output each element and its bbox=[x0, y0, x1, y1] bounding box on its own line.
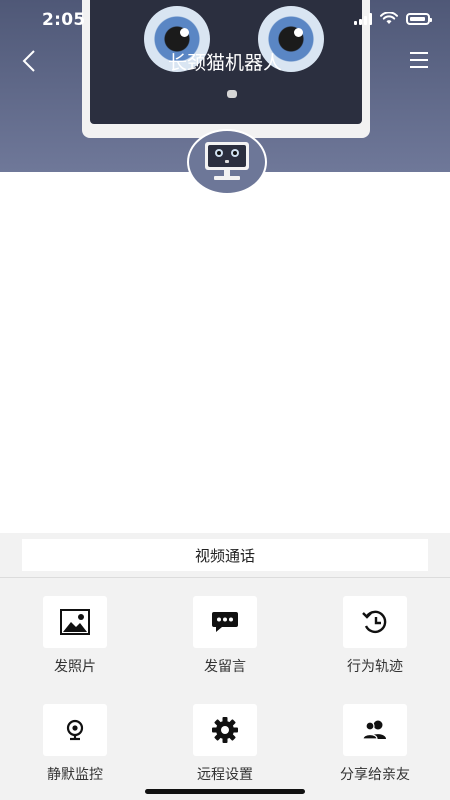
share-family-tile[interactable]: 分享给亲友 bbox=[325, 704, 425, 784]
remote-settings-tile[interactable]: 远程设置 bbox=[175, 704, 275, 784]
send-photo-label: 发照片 bbox=[54, 659, 96, 675]
share-family-button[interactable] bbox=[343, 704, 407, 756]
wifi-icon bbox=[380, 12, 398, 24]
robot-mouth bbox=[227, 90, 237, 98]
status-time: 2:05 bbox=[42, 10, 86, 30]
robot-avatar-icon bbox=[205, 142, 249, 180]
nav-bar: 长颈猫机器人 bbox=[0, 40, 450, 80]
send-photo-tile[interactable]: 发照片 bbox=[25, 596, 125, 676]
status-icons bbox=[354, 12, 432, 25]
share-users-icon bbox=[362, 720, 386, 740]
leave-message-button[interactable] bbox=[193, 596, 257, 648]
cellular-signal-icon bbox=[354, 12, 372, 25]
remote-settings-button[interactable] bbox=[193, 704, 257, 756]
send-photo-button[interactable] bbox=[43, 596, 107, 648]
webcam-icon bbox=[66, 719, 84, 741]
battery-icon bbox=[406, 12, 432, 25]
behavior-track-tile[interactable]: 行为轨迹 bbox=[325, 596, 425, 676]
status-bar: 2:05 bbox=[0, 0, 450, 40]
message-icon bbox=[212, 612, 238, 632]
video-call-button[interactable]: 视频通话 bbox=[22, 539, 428, 571]
silent-monitor-label: 静默监控 bbox=[47, 767, 103, 783]
behavior-track-button[interactable] bbox=[343, 596, 407, 648]
gear-icon bbox=[212, 717, 238, 743]
leave-message-tile[interactable]: 发留言 bbox=[175, 596, 275, 676]
action-grid: 发照片 发留言 行为轨迹 静默监控 远程设置 分享给亲友 bbox=[0, 578, 450, 800]
menu-icon[interactable] bbox=[408, 49, 430, 71]
remote-settings-label: 远程设置 bbox=[197, 767, 253, 783]
photo-icon bbox=[60, 609, 90, 635]
video-call-strip: 视频通话 bbox=[0, 533, 450, 577]
leave-message-label: 发留言 bbox=[204, 659, 246, 675]
history-icon bbox=[362, 610, 387, 634]
robot-avatar[interactable] bbox=[187, 129, 267, 195]
silent-monitor-tile[interactable]: 静默监控 bbox=[25, 704, 125, 784]
silent-monitor-button[interactable] bbox=[43, 704, 107, 756]
home-indicator[interactable] bbox=[145, 789, 305, 794]
share-family-label: 分享给亲友 bbox=[340, 767, 410, 783]
page-title: 长颈猫机器人 bbox=[167, 52, 282, 74]
behavior-track-label: 行为轨迹 bbox=[347, 659, 403, 675]
